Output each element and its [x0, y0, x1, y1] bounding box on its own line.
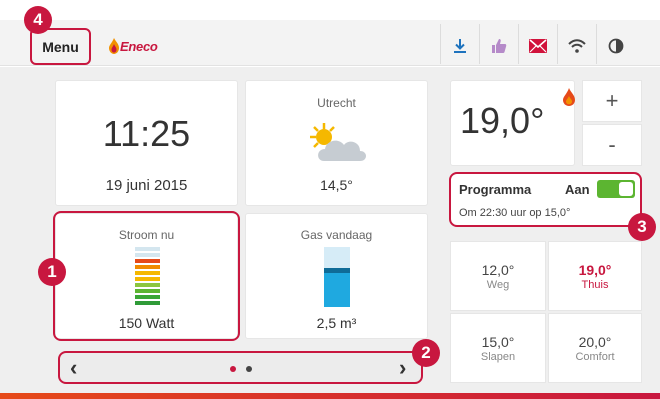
clock-tile[interactable]: 11:25 19 juni 2015: [55, 80, 238, 206]
gas-meter: [324, 247, 350, 307]
gas-title: Gas vandaag: [300, 228, 373, 242]
preset-label: Weg: [486, 279, 510, 291]
thumbs-up-icon[interactable]: [481, 30, 517, 62]
preset-slapen[interactable]: 15,0° Slapen: [450, 313, 546, 383]
eneco-flame-icon: [109, 38, 119, 54]
page-dot[interactable]: [246, 366, 252, 372]
preset-value: 12,0°: [481, 262, 515, 278]
bottom-accent-line: [0, 393, 660, 399]
preset-thuis[interactable]: 19,0° Thuis: [548, 241, 642, 311]
gas-value: 2,5 m³: [316, 315, 357, 331]
preset-label: Slapen: [480, 351, 516, 363]
preset-value: 20,0°: [578, 334, 612, 350]
preset-comfort[interactable]: 20,0° Comfort: [548, 313, 642, 383]
thermostat-setpoint: 19,0°: [460, 100, 545, 141]
preset-weg[interactable]: 12,0° Weg: [450, 241, 546, 311]
page-dot-active[interactable]: [230, 366, 236, 372]
chevron-left-icon[interactable]: ‹: [70, 355, 77, 381]
wifi-icon[interactable]: [559, 30, 595, 62]
download-icon[interactable]: [442, 30, 478, 62]
eneco-logo: Eneco: [108, 36, 158, 56]
program-toggle[interactable]: [597, 180, 635, 198]
preset-value: 19,0°: [578, 262, 612, 278]
tile-pager: ‹ ›: [58, 351, 423, 384]
clock-date: 19 juni 2015: [105, 177, 188, 194]
annotation-badge-1: 1: [38, 258, 66, 286]
header-divider: [479, 24, 480, 64]
partly-cloudy-icon: [310, 123, 366, 161]
gas-tile[interactable]: Gas vandaag 2,5 m³: [245, 213, 428, 339]
program-panel: Programma Aan Om 22:30 uur op 15,0°: [449, 172, 642, 227]
flame-icon: [563, 88, 575, 106]
annotation-badge-4: 4: [24, 6, 52, 34]
display-mode-icon[interactable]: [598, 30, 634, 62]
preset-value: 15,0°: [481, 334, 515, 350]
program-title: Programma: [459, 182, 532, 197]
program-state: Aan: [565, 182, 590, 197]
program-next-change: Om 22:30 uur op 15,0°: [459, 207, 571, 219]
preset-label: Thuis: [581, 279, 609, 291]
increase-temperature-button[interactable]: +: [582, 80, 642, 122]
preset-label: Comfort: [575, 351, 615, 363]
logo-text: Eneco: [120, 38, 158, 54]
chevron-right-icon[interactable]: ›: [399, 355, 406, 381]
weather-city: Utrecht: [317, 96, 356, 110]
power-tile-highlight: [53, 211, 240, 341]
header-divider: [518, 24, 519, 64]
clock-time: 11:25: [102, 113, 191, 154]
gas-meter-level-line: [324, 268, 350, 273]
decrease-temperature-button[interactable]: -: [582, 124, 642, 166]
header-divider: [596, 24, 597, 64]
toggle-knob: [619, 182, 633, 196]
annotation-badge-3: 3: [628, 213, 656, 241]
header-divider: [440, 24, 441, 64]
weather-tile[interactable]: Utrecht 14,5°: [245, 80, 428, 206]
weather-temperature: 14,5°: [320, 177, 353, 193]
annotation-badge-2: 2: [412, 339, 440, 367]
mail-icon[interactable]: [520, 30, 556, 62]
gas-meter-fill: [324, 268, 350, 307]
header-divider: [557, 24, 558, 64]
